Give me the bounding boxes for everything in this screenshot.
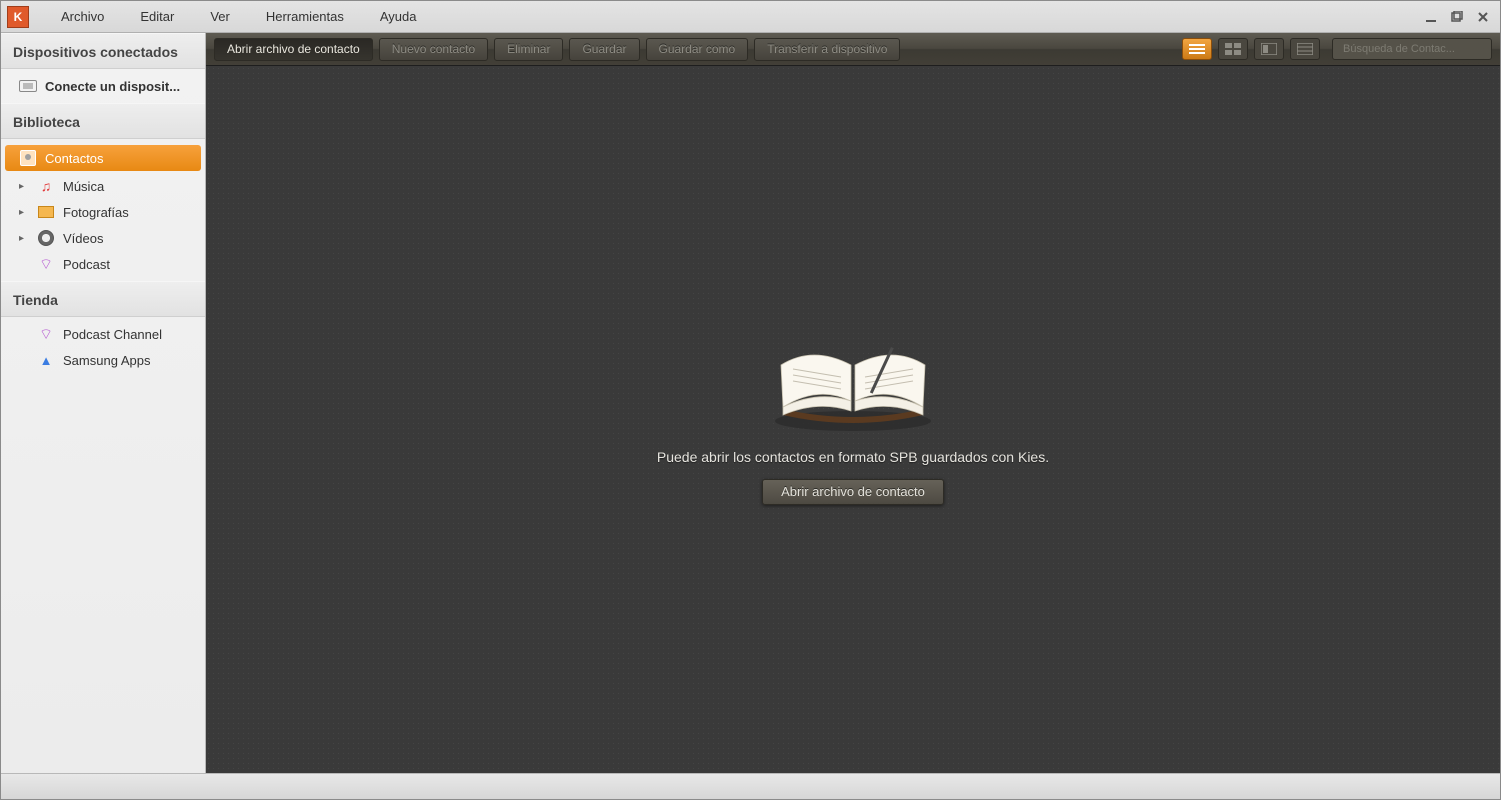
device-icon [19,77,37,95]
sidebar-item-videos[interactable]: ▸ Vídeos [1,225,205,251]
sidebar-item-label: Música [63,179,104,194]
search-input[interactable] [1343,43,1485,55]
view-list-button[interactable] [1182,38,1212,60]
toolbar-save[interactable]: Guardar [569,38,639,61]
view-grid-button[interactable] [1218,38,1248,60]
open-book-icon [763,335,943,435]
video-icon [37,229,55,247]
samsung-icon: ▲ [37,351,55,369]
card-icon [1261,43,1277,55]
list-icon [1189,43,1205,55]
chevron-right-icon: ▸ [19,181,29,192]
chevron-right-icon: ▸ [19,233,29,244]
menu-editar[interactable]: Editar [122,3,192,30]
close-button[interactable] [1472,8,1494,26]
toolbar-save-as[interactable]: Guardar como [646,38,749,61]
status-bar [1,773,1500,799]
toolbar-open-contact[interactable]: Abrir archivo de contacto [214,38,373,61]
toolbar-transfer[interactable]: Transferir a dispositivo [754,38,900,61]
podcast-icon: ⌔ [37,255,55,273]
menu-ayuda[interactable]: Ayuda [362,3,435,30]
empty-state-message: Puede abrir los contactos en formato SPB… [657,449,1049,465]
search-box[interactable] [1332,38,1492,60]
content-area: Puede abrir los contactos en formato SPB… [206,66,1500,773]
sidebar-item-label: Podcast Channel [63,327,162,342]
sidebar-item-musica[interactable]: ▸ ♫ Música [1,173,205,199]
chevron-right-icon: ▸ [19,207,29,218]
view-detail-button[interactable] [1290,38,1320,60]
sidebar-section-store: Tienda [1,281,205,317]
open-contact-file-button[interactable]: Abrir archivo de contacto [762,479,944,505]
maximize-button[interactable] [1446,8,1468,26]
photo-icon [37,203,55,221]
app-icon: K [7,6,29,28]
sidebar-section-library: Biblioteca [1,103,205,139]
sidebar-item-podcast[interactable]: ▸ ⌔ Podcast [1,251,205,277]
toolbar: Abrir archivo de contacto Nuevo contacto… [206,33,1500,66]
sidebar-item-label: Samsung Apps [63,353,150,368]
sidebar-connect-device[interactable]: Conecte un disposit... [1,73,205,99]
sidebar-item-samsung-apps[interactable]: ▸ ▲ Samsung Apps [1,347,205,373]
sidebar: Dispositivos conectados Conecte un dispo… [1,33,206,773]
body: Dispositivos conectados Conecte un dispo… [1,33,1500,773]
sidebar-item-label: Contactos [45,151,104,166]
menu-bar: K Archivo Editar Ver Herramientas Ayuda [1,1,1500,33]
main-area: Abrir archivo de contacto Nuevo contacto… [206,33,1500,773]
app-window: K Archivo Editar Ver Herramientas Ayuda … [0,0,1501,800]
toolbar-new-contact[interactable]: Nuevo contacto [379,38,488,61]
menu-ver[interactable]: Ver [192,3,248,30]
detail-icon [1297,43,1313,55]
sidebar-connect-device-label: Conecte un disposit... [45,79,180,94]
menu-herramientas[interactable]: Herramientas [248,3,362,30]
toolbar-delete[interactable]: Eliminar [494,38,563,61]
grid-icon [1225,43,1241,55]
contact-icon [19,149,37,167]
view-card-button[interactable] [1254,38,1284,60]
sidebar-section-devices: Dispositivos conectados [1,33,205,69]
music-icon: ♫ [37,177,55,195]
sidebar-item-contactos[interactable]: Contactos [5,145,201,171]
sidebar-item-podcast-channel[interactable]: ▸ ⌔ Podcast Channel [1,321,205,347]
sidebar-item-label: Vídeos [63,231,103,246]
minimize-button[interactable] [1420,8,1442,26]
podcast-icon: ⌔ [37,325,55,343]
window-controls [1420,1,1494,33]
sidebar-item-label: Fotografías [63,205,129,220]
menu-archivo[interactable]: Archivo [43,3,122,30]
sidebar-item-fotografias[interactable]: ▸ Fotografías [1,199,205,225]
sidebar-item-label: Podcast [63,257,110,272]
